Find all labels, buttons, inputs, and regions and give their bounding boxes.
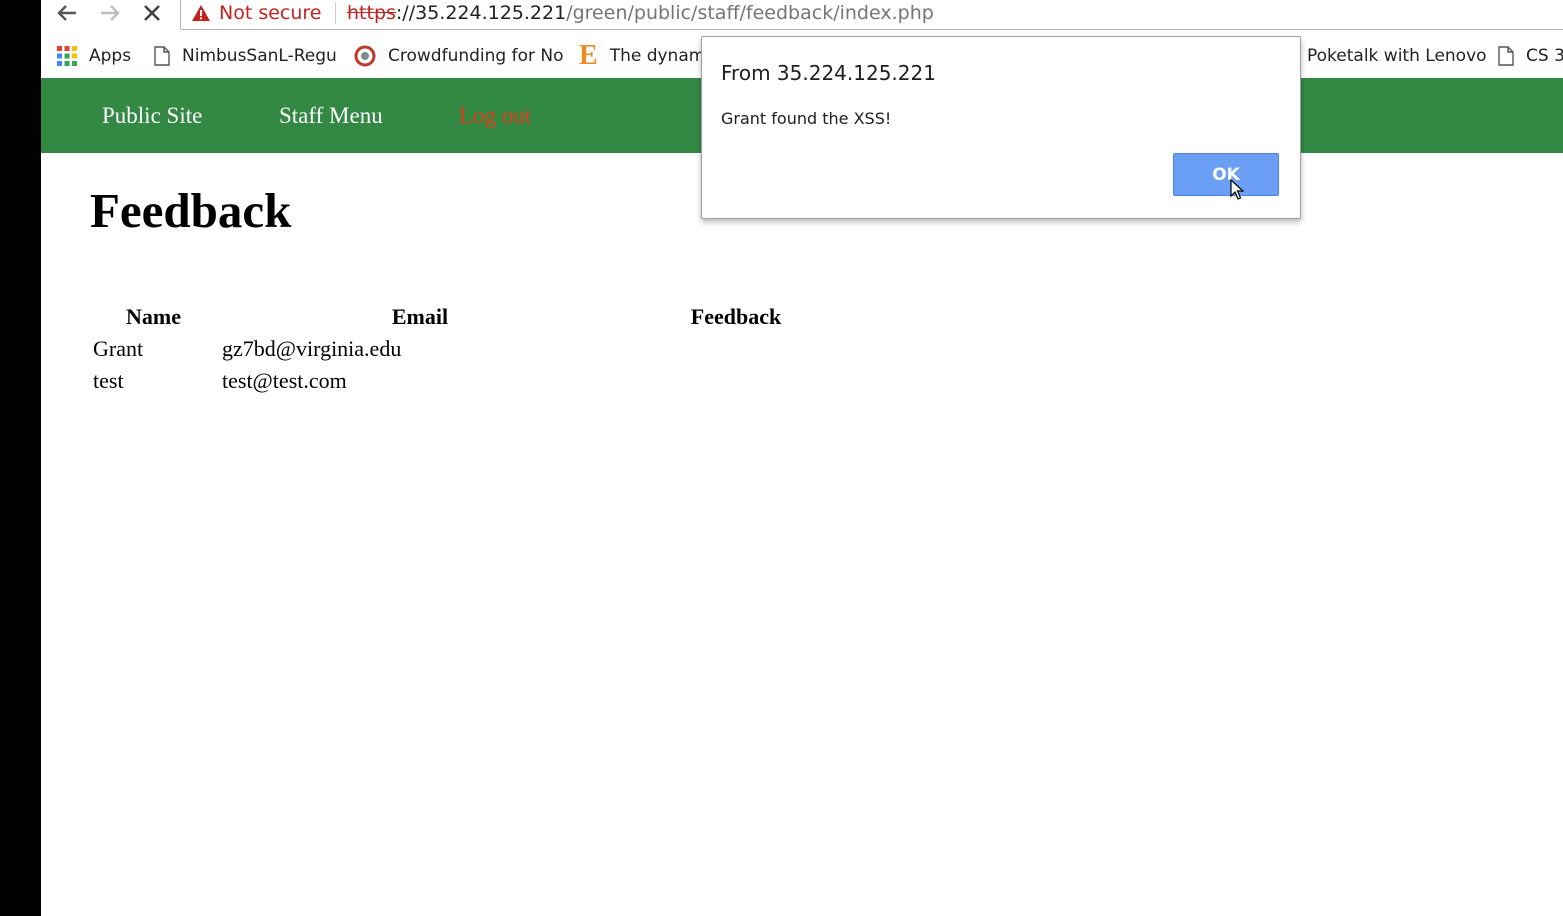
table-header-row: Name Email Feedback bbox=[89, 299, 850, 333]
cell-name: test bbox=[93, 368, 124, 393]
dialog-title: From 35.224.125.221 bbox=[721, 61, 936, 85]
stop-loading-icon bbox=[144, 5, 160, 21]
feedback-table: Name Email Feedback Grant gz7bd@virginia… bbox=[89, 299, 850, 397]
column-header-feedback: Feedback bbox=[690, 303, 782, 329]
e-logo-icon: E bbox=[579, 40, 598, 71]
nav-public-site-link[interactable]: Public Site bbox=[102, 78, 202, 153]
table-row: Grant gz7bd@virginia.edu bbox=[89, 333, 850, 365]
table-row: test test@test.com bbox=[89, 365, 850, 397]
url-scheme: https bbox=[347, 2, 396, 24]
cell-email: test@test.com bbox=[222, 368, 347, 393]
warning-triangle-icon bbox=[191, 4, 211, 22]
bookmark-label: CS 3 bbox=[1526, 46, 1563, 66]
bookmark-cs[interactable]: CS 3 bbox=[1498, 38, 1563, 74]
back-button[interactable] bbox=[52, 0, 82, 26]
bookmark-label: Apps bbox=[89, 46, 132, 66]
bookmark-crowdfunding[interactable]: Crowdfunding for No bbox=[354, 38, 564, 74]
address-bar[interactable]: Not secure https://35.224.125.221/green/… bbox=[180, 0, 1563, 30]
browser-toolbar: Not secure https://35.224.125.221/green/… bbox=[41, 0, 1563, 30]
url-host: ://35.224.125.221 bbox=[395, 2, 567, 24]
bookmark-label: The dynam bbox=[609, 46, 706, 66]
omnibox-divider bbox=[335, 2, 336, 24]
url-text[interactable]: https://35.224.125.221/green/public/staf… bbox=[347, 0, 934, 29]
page-icon bbox=[1498, 46, 1514, 66]
cell-feedback bbox=[622, 365, 850, 397]
stop-button[interactable] bbox=[137, 0, 167, 26]
security-indicator[interactable]: Not secure bbox=[191, 0, 322, 29]
bookmark-dynamic[interactable]: E The dynam bbox=[579, 38, 705, 74]
column-header-email: Email bbox=[391, 303, 449, 329]
crowdfunding-logo-icon bbox=[354, 45, 376, 67]
url-path: /green/public/staff/feedback/index.php bbox=[566, 2, 934, 24]
cell-feedback bbox=[622, 333, 850, 365]
bookmark-label: NimbusSanL-Regu bbox=[182, 46, 337, 66]
back-arrow-icon bbox=[57, 5, 76, 21]
cell-email: gz7bd@virginia.edu bbox=[222, 336, 402, 361]
ok-button[interactable]: OK bbox=[1173, 153, 1279, 196]
browser-window: Not secure https://35.224.125.221/green/… bbox=[41, 0, 1563, 916]
mouse-cursor-icon bbox=[1230, 179, 1244, 200]
nav-staff-menu-link[interactable]: Staff Menu bbox=[279, 78, 383, 153]
alert-dialog: From 35.224.125.221 Grant found the XSS!… bbox=[701, 36, 1301, 219]
dialog-message: Grant found the XSS! bbox=[721, 109, 892, 128]
forward-button[interactable] bbox=[95, 0, 125, 26]
bookmark-label: Crowdfunding for No bbox=[388, 46, 564, 66]
bookmark-nimbussans[interactable]: NimbusSanL-Regu bbox=[154, 38, 337, 74]
bookmark-label: Poketalk with Lenovo bbox=[1307, 46, 1487, 66]
security-label: Not secure bbox=[219, 2, 322, 24]
column-header-name: Name bbox=[126, 303, 181, 329]
cell-name: Grant bbox=[93, 336, 144, 361]
nav-logout-link[interactable]: Log out bbox=[459, 78, 531, 153]
forward-arrow-icon bbox=[101, 5, 120, 21]
page-title: Feedback bbox=[90, 183, 292, 238]
bookmark-poketalk[interactable]: Poketalk with Lenovo bbox=[1307, 38, 1487, 74]
bookmark-apps[interactable]: Apps bbox=[57, 38, 131, 74]
apps-grid-icon bbox=[57, 46, 77, 66]
page-icon bbox=[154, 46, 170, 66]
